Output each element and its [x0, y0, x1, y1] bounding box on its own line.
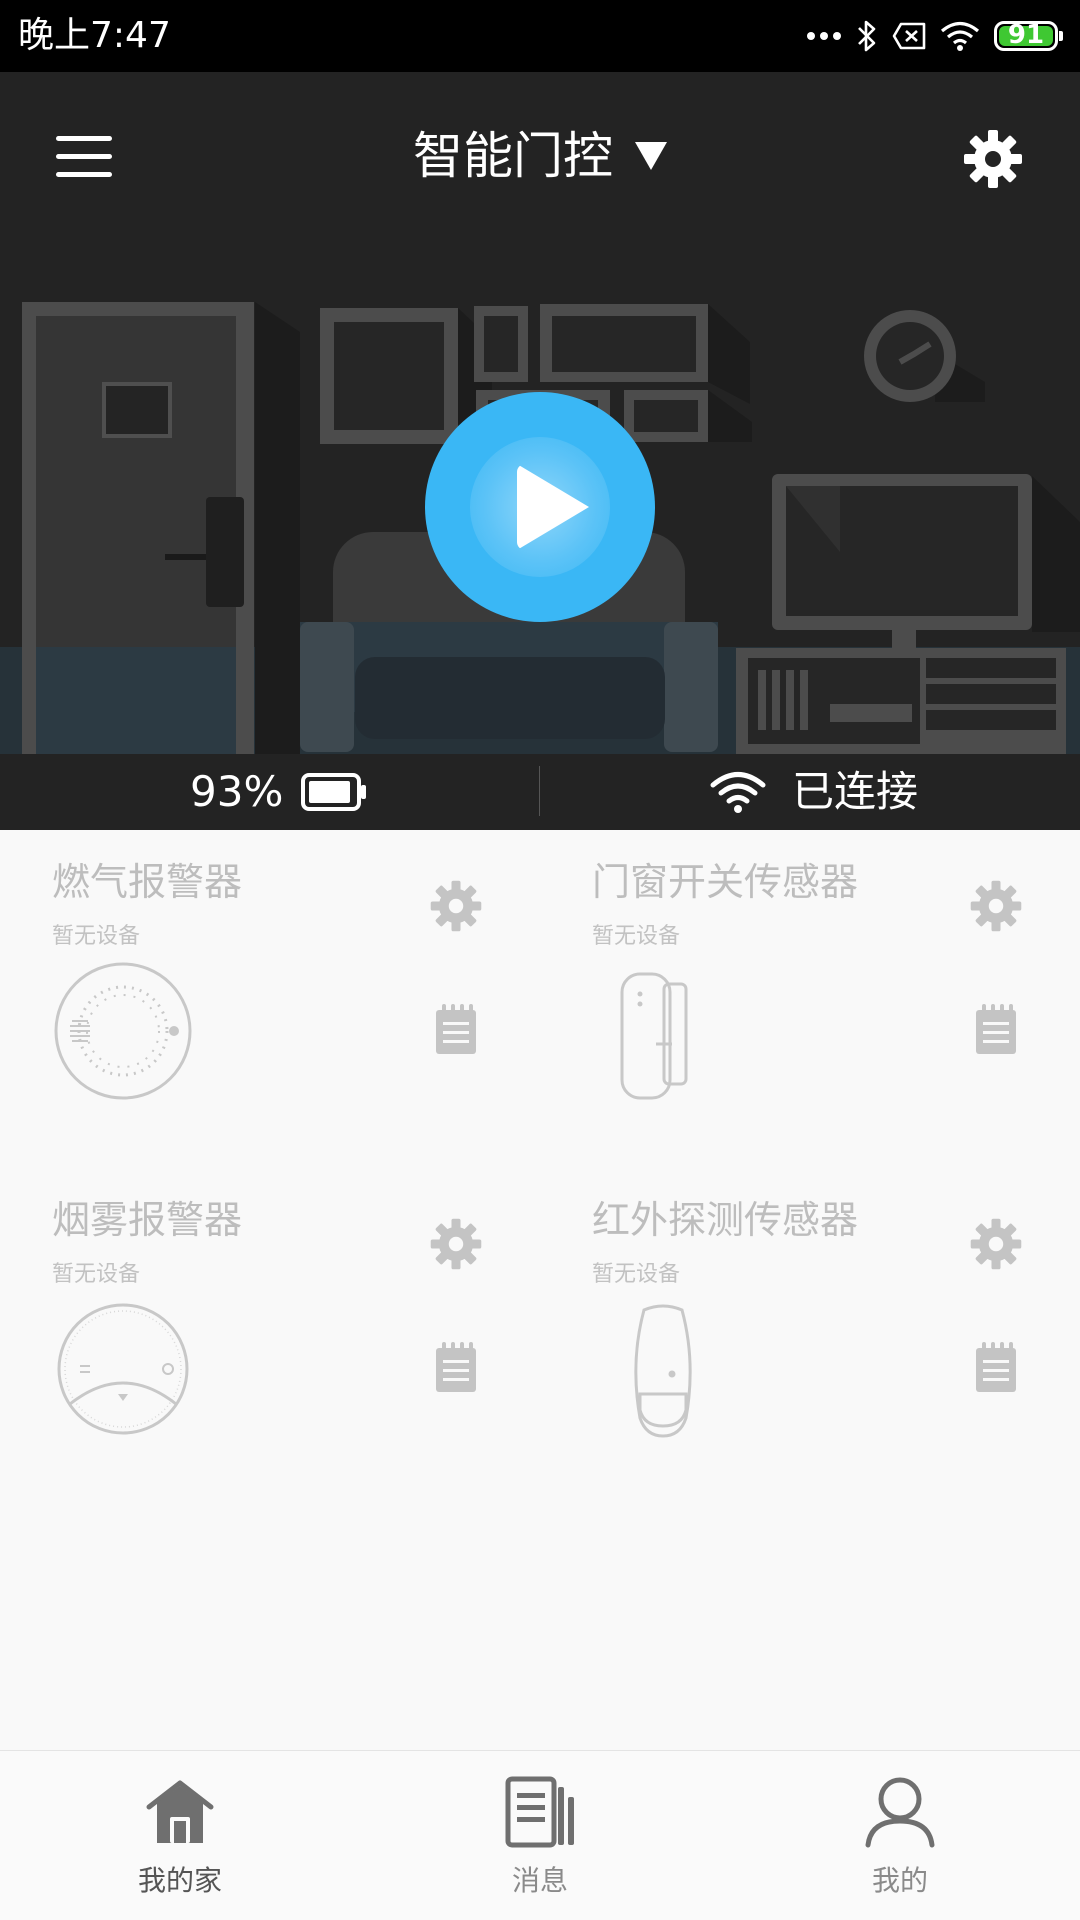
device-card-smoke-alarm[interactable]: 烟雾报警器 暂无设备 [0, 1168, 540, 1508]
door-illustration [22, 302, 300, 754]
nav-label: 消息 [511, 1864, 568, 1897]
wifi-icon [710, 772, 766, 813]
nav-label: 我的 [871, 1864, 928, 1897]
message-icon [505, 1776, 574, 1848]
door-window-sensor-icon [620, 972, 688, 1100]
nav-label: 我的家 [137, 1864, 222, 1897]
smoke-alarm-icon [57, 1303, 189, 1435]
profile-icon [865, 1777, 935, 1848]
sim-error-icon [892, 22, 926, 50]
device-log-icon[interactable] [432, 1340, 480, 1394]
device-log-icon[interactable] [432, 1002, 480, 1056]
caret-down-icon [635, 142, 667, 170]
page-title: 智能门控 [413, 127, 613, 185]
gas-alarm-icon [54, 962, 192, 1100]
device-card-infrared-sensor[interactable]: 红外探测传感器 暂无设备 [540, 1168, 1080, 1508]
status-bar: 晚上7:47 91 [0, 0, 1080, 72]
device-log-icon[interactable] [972, 1002, 1020, 1056]
battery-percent: 93% [190, 767, 284, 816]
device-status: 暂无设备 [52, 924, 141, 949]
wall-clock [864, 310, 985, 402]
more-dots-icon [807, 32, 841, 40]
device-settings-gear-icon[interactable] [428, 878, 484, 934]
device-status: 暂无设备 [592, 924, 681, 949]
nav-item-profile[interactable]: 我的 [720, 1751, 1080, 1920]
bottom-navigation: 我的家 消息 我的 [0, 1750, 1080, 1920]
hero-panel: 智能门控 93% 已连接 [0, 72, 1080, 830]
device-name: 门窗开关传感器 [592, 860, 859, 904]
device-name: 烟雾报警器 [52, 1198, 243, 1242]
device-settings-gear-icon[interactable] [968, 1216, 1024, 1272]
play-video-button[interactable] [425, 392, 655, 622]
tv-illustration [736, 474, 1080, 754]
home-icon [146, 1780, 214, 1843]
battery-icon: 91 [994, 20, 1063, 51]
status-icons: 91 [806, 14, 1064, 58]
nav-item-home[interactable]: 我的家 [0, 1751, 360, 1920]
device-name: 燃气报警器 [52, 860, 243, 904]
device-selector[interactable]: 智能门控 [0, 124, 1080, 188]
top-app-bar: 智能门控 [0, 72, 1080, 242]
device-log-icon[interactable] [972, 1340, 1020, 1394]
nav-item-messages[interactable]: 消息 [360, 1751, 720, 1920]
device-battery: 93% [190, 764, 367, 820]
device-status: 暂无设备 [52, 1262, 141, 1287]
device-card-gas-alarm[interactable]: 燃气报警器 暂无设备 [0, 830, 540, 1170]
device-card-door-window-sensor[interactable]: 门窗开关传感器 暂无设备 [540, 830, 1080, 1170]
status-time: 晚上7:47 [18, 15, 171, 56]
gear-icon[interactable] [962, 128, 1024, 190]
play-icon [517, 464, 589, 550]
device-info-bar: 93% 已连接 [0, 754, 1080, 830]
battery-level: 91 [1007, 20, 1045, 50]
info-divider [539, 766, 540, 816]
device-status: 暂无设备 [592, 1262, 681, 1287]
infrared-sensor-icon [634, 1304, 692, 1438]
connection-status: 已连接 [710, 764, 918, 820]
device-settings-gear-icon[interactable] [428, 1216, 484, 1272]
connection-status-text: 已连接 [792, 767, 919, 816]
battery-icon [301, 773, 367, 811]
wifi-icon [940, 21, 980, 51]
device-name: 红外探测传感器 [592, 1198, 859, 1242]
bluetooth-icon [858, 20, 876, 52]
device-settings-gear-icon[interactable] [968, 878, 1024, 934]
